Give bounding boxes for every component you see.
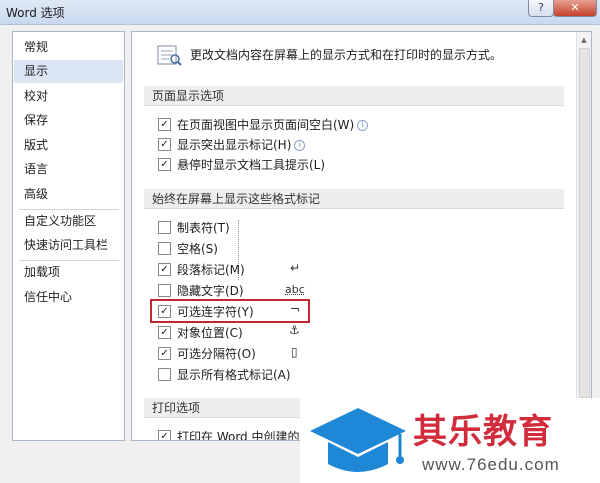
option-hidden-text[interactable]: 隐藏文字(D) [158,282,244,300]
panel-description: 更改文档内容在屏幕上的显示方式和在打印时的显示方式。 [190,48,503,62]
checkbox[interactable] [158,221,171,234]
option-highlighter-marks[interactable]: ✓ 显示突出显示标记(H) i [158,136,306,154]
option-optional-hyphens[interactable]: ✓ 可选连字符(Y) [158,303,254,321]
checkbox[interactable]: ✓ [158,430,171,440]
sidebar-item-language[interactable]: 语言 [14,158,123,181]
option-spaces[interactable]: 空格(S) [158,240,218,258]
checkbox[interactable] [158,284,171,297]
option-object-anchors[interactable]: ✓ 对象位置(C) [158,324,243,342]
option-print-drawings[interactable]: ✓ 打印在 Word 中创建的图 [158,428,311,440]
watermark-name: 其乐教育 [413,412,553,452]
checkbox[interactable] [158,242,171,255]
hidden-text-icon: abc [285,283,305,296]
option-tab-characters[interactable]: 制表符(T) [158,219,230,237]
sidebar-item-display[interactable]: 显示 [14,60,123,83]
checkbox[interactable]: ✓ [158,118,171,131]
checkbox[interactable]: ✓ [158,138,171,151]
close-icon: ✕ [570,1,580,14]
sidebar-nav: 常规 显示 校对 保存 版式 语言 高级 自定义功能区 快速访问工具栏 加载项 … [12,31,125,441]
sidebar-item-advanced[interactable]: 高级 [14,183,123,206]
panel-scrollbar[interactable]: ▲ ▼ [576,32,591,440]
help-icon: ? [538,1,544,14]
scroll-thumb[interactable] [579,48,590,398]
option-show-all-marks[interactable]: 显示所有格式标记(A) [158,366,291,384]
options-panel: 更改文档内容在屏幕上的显示方式和在打印时的显示方式。 页面显示选项 ✓ 在页面视图… [131,31,592,441]
title-bar: Word 选项 ? ✕ [0,0,600,25]
help-button[interactable]: ? [528,0,554,17]
info-icon: i [294,140,306,151]
sidebar-item-save[interactable]: 保存 [14,109,123,132]
option-optional-breaks[interactable]: ✓ 可选分隔符(O) [158,345,256,363]
graduation-cap-icon [310,408,406,472]
option-paragraph-marks[interactable]: ✓ 段落标记(M) [158,261,245,279]
window-title: Word 选项 [6,6,65,20]
checkbox[interactable]: ✓ [158,305,171,318]
option-document-tooltips[interactable]: ✓ 悬停时显示文档工具提示(L) [158,156,325,174]
checkbox[interactable] [158,368,171,381]
checkbox[interactable]: ✓ [158,347,171,360]
optional-hyphen-icon: ¬ [290,302,301,316]
section-formatting-marks: 始终在屏幕上显示这些格式标记 [144,189,564,209]
checkbox[interactable]: ✓ [158,158,171,171]
sidebar-item-quick-access-toolbar[interactable]: 快速访问工具栏 [14,234,123,257]
paragraph-mark-icon: ↵ [290,261,301,275]
anchor-icon: ⚓ [289,323,300,337]
sidebar-item-general[interactable]: 常规 [14,36,123,59]
close-button[interactable]: ✕ [553,0,597,17]
option-show-whitespace[interactable]: ✓ 在页面视图中显示页面间空白(W) i [158,116,369,134]
sidebar-item-add-ins[interactable]: 加载项 [14,261,123,284]
checkbox[interactable]: ✓ [158,326,171,339]
checkbox[interactable]: ✓ [158,263,171,276]
info-icon: i [357,120,369,131]
watermark-url: www.76edu.com [422,455,560,474]
sidebar-item-layout[interactable]: 版式 [14,134,123,157]
display-icon [157,45,182,66]
section-page-display: 页面显示选项 [144,86,564,106]
sidebar-item-customize-ribbon[interactable]: 自定义功能区 [14,210,123,233]
scroll-up-icon[interactable]: ▲ [577,33,591,47]
sidebar-item-proofing[interactable]: 校对 [14,85,123,108]
sidebar-item-trust-center[interactable]: 信任中心 [14,286,123,309]
optional-break-icon: ▯ [291,345,298,359]
